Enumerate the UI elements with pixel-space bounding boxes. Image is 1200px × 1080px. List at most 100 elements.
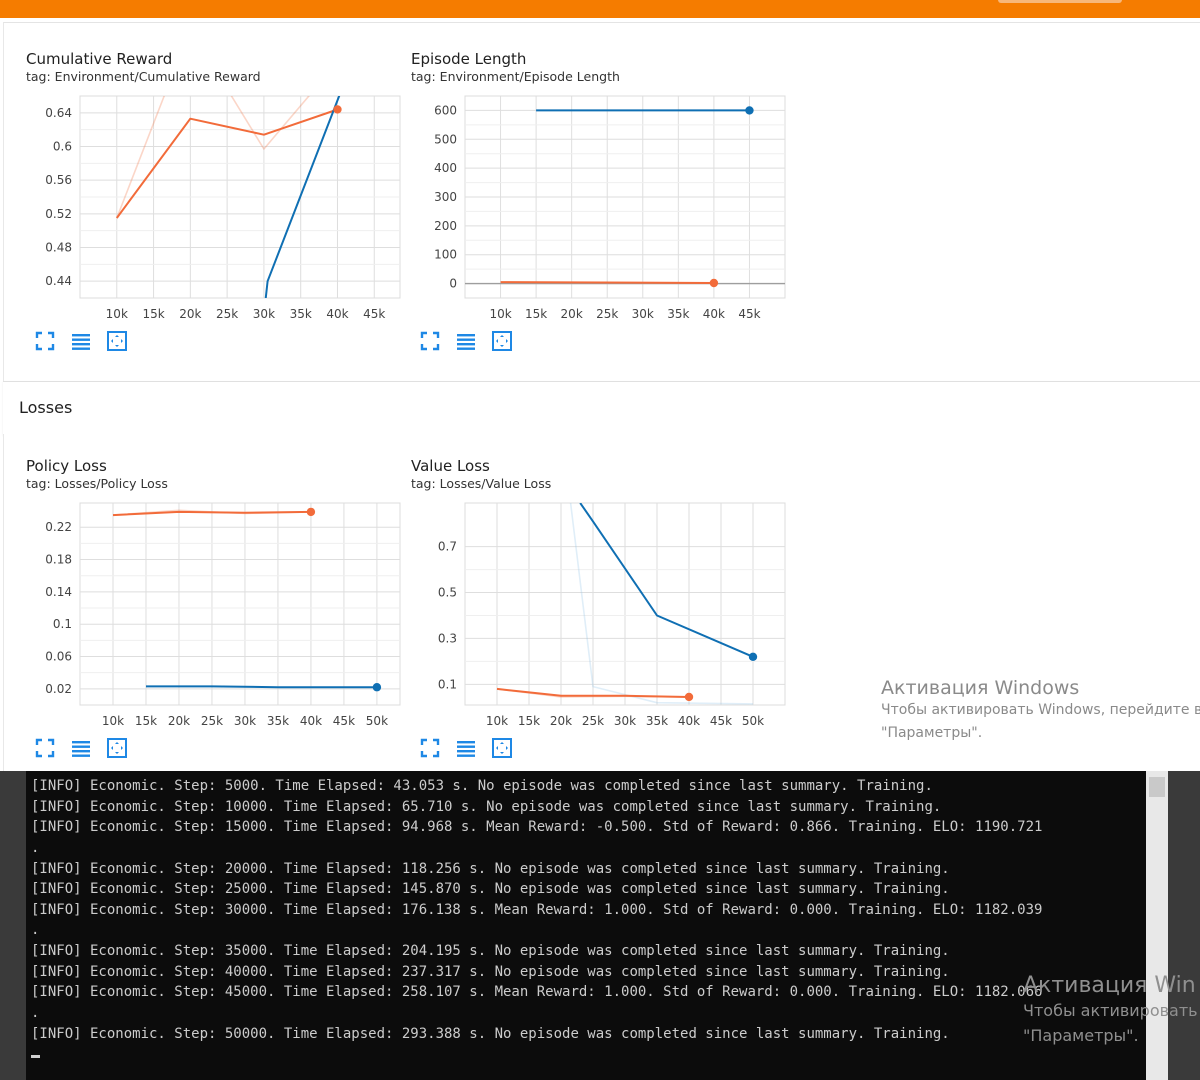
y-tick-label: 0.1 xyxy=(53,617,72,631)
x-tick-label: 30k xyxy=(614,714,636,728)
console-scrollbar-thumb[interactable] xyxy=(1149,777,1165,797)
watermark-title: Активация Win xyxy=(1023,973,1196,998)
losses-section-header[interactable]: Losses xyxy=(3,381,1200,435)
chart-toolbar xyxy=(34,330,134,352)
x-tick-label: 20k xyxy=(550,714,572,728)
chart-toolbar xyxy=(34,737,134,759)
y-tick-label: 0.06 xyxy=(45,650,72,664)
series-line-raw xyxy=(569,503,754,705)
chart-toolbar xyxy=(419,737,519,759)
x-tick-label: 25k xyxy=(201,714,223,728)
y-tick-label: 0.44 xyxy=(45,274,72,288)
fullscreen-icon[interactable] xyxy=(34,737,56,759)
y-tick-label: 0.14 xyxy=(45,585,72,599)
x-tick-label: 40k xyxy=(326,307,348,321)
x-tick-label: 45k xyxy=(333,714,355,728)
console-line: [INFO] Economic. Step: 5000. Time Elapse… xyxy=(31,778,933,794)
y-tick-label: 600 xyxy=(434,103,457,117)
data-table-icon[interactable] xyxy=(455,737,477,759)
y-tick-label: 0.5 xyxy=(438,586,457,600)
series-end-point xyxy=(333,105,342,114)
watermark-line: Чтобы активировать Windows, перейдите в xyxy=(881,702,1200,718)
fit-domain-icon[interactable] xyxy=(491,737,513,759)
x-tick-label: 40k xyxy=(300,714,322,728)
fit-domain-icon[interactable] xyxy=(106,330,128,352)
series-end-point xyxy=(684,692,694,702)
series-end-point xyxy=(745,106,754,115)
watermark-line: Чтобы активировать xyxy=(1023,1001,1198,1020)
x-tick-label: 10k xyxy=(486,714,508,728)
x-tick-label: 40k xyxy=(703,307,725,321)
x-tick-label: 35k xyxy=(667,307,689,321)
y-tick-label: 0 xyxy=(449,277,457,291)
x-tick-label: 30k xyxy=(253,307,275,321)
x-tick-label: 25k xyxy=(216,307,238,321)
windows-activation-watermark: Активация Windows Чтобы активировать Win… xyxy=(881,677,1200,745)
console-line: [INFO] Economic. Step: 50000. Time Elaps… xyxy=(31,1025,950,1042)
y-tick-label: 100 xyxy=(434,248,457,262)
y-tick-label: 0.64 xyxy=(45,106,72,120)
y-tick-label: 0.22 xyxy=(45,520,72,534)
console-line: [INFO] Economic. Step: 10000. Time Elaps… xyxy=(31,798,942,815)
console-line: [INFO] Economic. Step: 15000. Time Elaps… xyxy=(31,819,1043,836)
console-window: [INFO] Economic. Step: 5000. Time Elapse… xyxy=(0,771,1200,1080)
series-end-point xyxy=(372,683,382,692)
top-app-bar xyxy=(0,0,1200,18)
chart-card-cumulative-reward: Cumulative Reward tag: Environment/Cumul… xyxy=(26,50,406,380)
top-bar-button[interactable] xyxy=(998,0,1122,3)
x-tick-label: 30k xyxy=(234,714,256,728)
data-table-icon[interactable] xyxy=(70,737,92,759)
series-line xyxy=(579,503,754,658)
console-line: [INFO] Economic. Step: 20000. Time Elaps… xyxy=(31,860,950,877)
y-tick-label: 0.6 xyxy=(53,140,72,154)
chart-toolbar xyxy=(419,330,519,352)
y-tick-label: 300 xyxy=(434,190,457,204)
y-tick-label: 0.02 xyxy=(45,682,72,696)
x-tick-label: 15k xyxy=(135,714,157,728)
console-line: . xyxy=(31,922,40,939)
console-cursor-line xyxy=(31,1044,1146,1065)
console-left-margin xyxy=(0,771,26,1080)
x-tick-label: 35k xyxy=(646,714,668,728)
y-tick-label: 0.48 xyxy=(45,241,72,255)
data-table-icon[interactable] xyxy=(70,330,92,352)
series-group xyxy=(115,96,341,298)
x-tick-label: 20k xyxy=(168,714,190,728)
series-end-point xyxy=(306,507,316,517)
fit-domain-icon[interactable] xyxy=(106,737,128,759)
watermark-line: "Параметры". xyxy=(881,725,983,741)
series-end-point xyxy=(748,652,758,661)
fullscreen-icon[interactable] xyxy=(34,330,56,352)
series-line xyxy=(264,96,341,298)
x-tick-label: 35k xyxy=(267,714,289,728)
watermark-title: Активация Windows xyxy=(881,677,1080,699)
x-tick-label: 20k xyxy=(561,307,583,321)
x-tick-label: 50k xyxy=(366,714,388,728)
x-tick-label: 25k xyxy=(596,307,618,321)
x-tick-label: 30k xyxy=(632,307,654,321)
console-line: [INFO] Economic. Step: 25000. Time Elaps… xyxy=(31,881,950,898)
console-cursor xyxy=(31,1054,40,1058)
console-line: [INFO] Economic. Step: 45000. Time Elaps… xyxy=(31,984,1043,1001)
x-tick-label: 45k xyxy=(363,307,385,321)
x-tick-label: 15k xyxy=(525,307,547,321)
x-tick-label: 50k xyxy=(742,714,764,728)
fit-domain-icon[interactable] xyxy=(491,330,513,352)
losses-section-title: Losses xyxy=(19,398,73,417)
y-tick-label: 0.52 xyxy=(45,207,72,221)
fullscreen-icon[interactable] xyxy=(419,330,441,352)
x-tick-label: 10k xyxy=(102,714,124,728)
series-end-point xyxy=(709,278,719,288)
x-tick-label: 15k xyxy=(142,307,164,321)
console-output[interactable]: [INFO] Economic. Step: 5000. Time Elapse… xyxy=(31,776,1146,1076)
watermark-line: "Параметры". xyxy=(1023,1026,1139,1045)
data-table-icon[interactable] xyxy=(455,330,477,352)
console-line: [INFO] Economic. Step: 35000. Time Elaps… xyxy=(31,943,950,960)
y-tick-label: 400 xyxy=(434,161,457,175)
x-tick-label: 20k xyxy=(179,307,201,321)
series-line xyxy=(500,281,714,284)
x-tick-label: 45k xyxy=(710,714,732,728)
console-line: . xyxy=(31,839,40,856)
fullscreen-icon[interactable] xyxy=(419,737,441,759)
console-line: [INFO] Economic. Step: 40000. Time Elaps… xyxy=(31,963,950,980)
